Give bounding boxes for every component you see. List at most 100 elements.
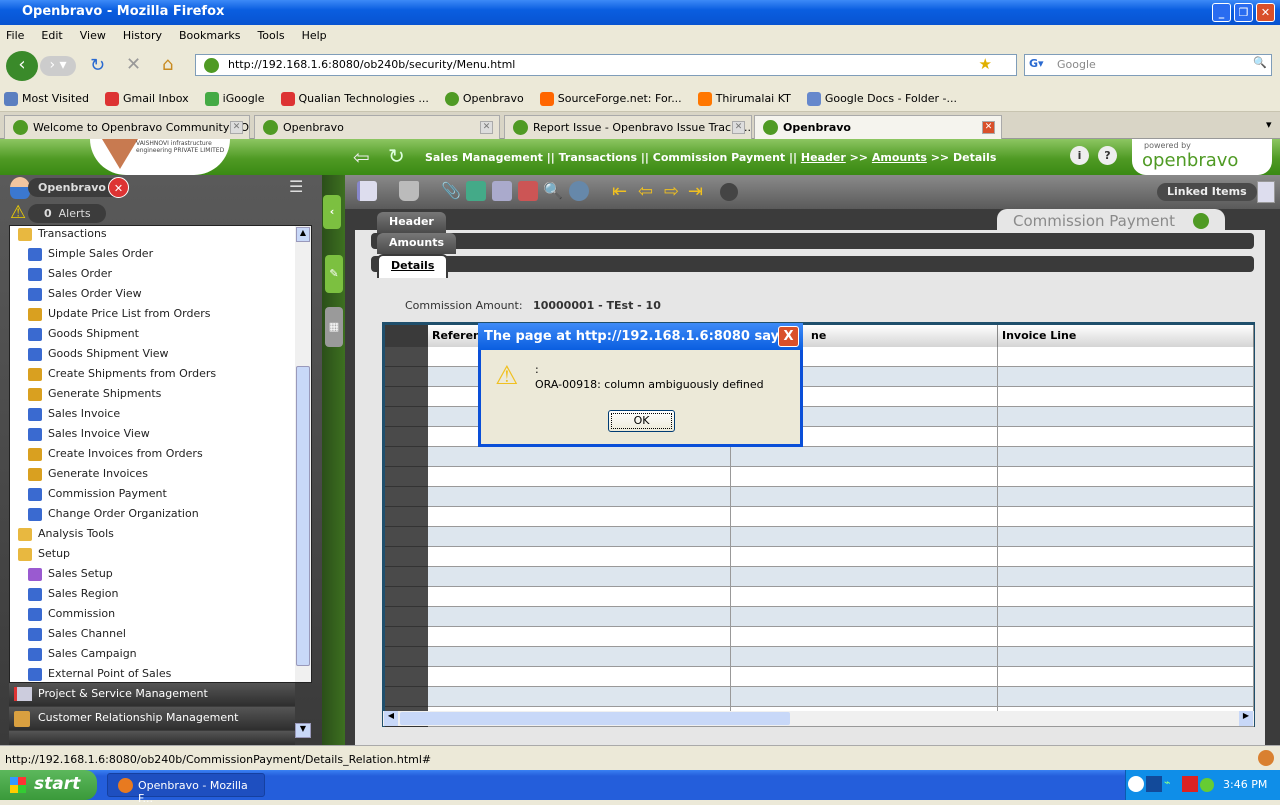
messenger-icon[interactable] bbox=[1200, 778, 1214, 792]
row-selector[interactable] bbox=[385, 467, 428, 487]
firebug-icon[interactable] bbox=[1258, 750, 1274, 766]
menu-item-sales-invoice[interactable]: Sales Invoice bbox=[10, 404, 311, 424]
help-icon[interactable]: ? bbox=[1098, 146, 1117, 165]
start-button[interactable]: start bbox=[0, 770, 97, 800]
row-selector[interactable] bbox=[385, 387, 428, 407]
grid-cell[interactable] bbox=[998, 387, 1254, 407]
grid-cell[interactable] bbox=[731, 527, 998, 547]
close-window-button[interactable]: ✕ bbox=[1256, 3, 1275, 22]
refresh-icon[interactable]: ↻ bbox=[388, 144, 405, 168]
menu-item-sales-setup[interactable]: Sales Setup bbox=[10, 564, 311, 584]
grid-cell[interactable] bbox=[998, 607, 1254, 627]
bookmark-qualian[interactable]: Qualian Technologies ... bbox=[280, 91, 429, 106]
grid-view-button[interactable]: ▦ bbox=[325, 307, 343, 347]
menu-item-sales-order-view[interactable]: Sales Order View bbox=[10, 284, 311, 304]
search-input[interactable]: G▾ Google 🔍 bbox=[1024, 54, 1272, 76]
row-selector[interactable] bbox=[385, 427, 428, 447]
row-selector[interactable] bbox=[385, 587, 428, 607]
scroll-right-icon[interactable]: ▶ bbox=[1239, 711, 1253, 726]
grid-cell[interactable] bbox=[428, 447, 731, 467]
menu-edit[interactable]: Edit bbox=[41, 29, 62, 42]
grid-horizontal-scrollbar[interactable]: ◀ ▶ bbox=[383, 711, 1254, 726]
menu-item-sales-region[interactable]: Sales Region bbox=[10, 584, 311, 604]
bookmark-igoogle[interactable]: iGoogle bbox=[204, 91, 265, 106]
tab-header[interactable]: Header bbox=[377, 212, 446, 233]
menu-item-create-invoices-from-orders[interactable]: Create Invoices from Orders bbox=[10, 444, 311, 464]
menu-file[interactable]: File bbox=[6, 29, 24, 42]
menu-item-update-price-list-from-orders[interactable]: Update Price List from Orders bbox=[10, 304, 311, 324]
grid-cell[interactable] bbox=[998, 507, 1254, 527]
menu-item-sales-invoice-view[interactable]: Sales Invoice View bbox=[10, 424, 311, 444]
forward-icon[interactable]: › ▾ bbox=[40, 56, 76, 76]
menu-item-change-order-organization[interactable]: Change Order Organization bbox=[10, 504, 311, 524]
grid-cell[interactable] bbox=[731, 467, 998, 487]
grid-cell[interactable] bbox=[731, 447, 998, 467]
back-icon[interactable]: ‹ bbox=[6, 51, 38, 81]
grid-cell[interactable] bbox=[998, 367, 1254, 387]
grid-cell[interactable] bbox=[731, 507, 998, 527]
grid-cell[interactable] bbox=[998, 487, 1254, 507]
row-selector[interactable] bbox=[385, 687, 428, 707]
print-icon[interactable] bbox=[492, 181, 512, 201]
menu-item-sales-order[interactable]: Sales Order bbox=[10, 264, 311, 284]
export-excel-icon[interactable] bbox=[466, 181, 486, 201]
grid-cell[interactable] bbox=[998, 347, 1254, 367]
back-arrow-icon[interactable]: ⇦ bbox=[353, 145, 370, 169]
row-selector[interactable] bbox=[385, 407, 428, 427]
linked-items-button[interactable]: Linked Items bbox=[1157, 183, 1257, 201]
tray-app-icon[interactable] bbox=[1146, 776, 1162, 792]
grid-cell[interactable] bbox=[998, 587, 1254, 607]
info-icon[interactable]: i bbox=[1070, 146, 1089, 165]
linked-items-icon[interactable] bbox=[1257, 181, 1275, 203]
grid-cell[interactable] bbox=[731, 647, 998, 667]
grid-cell[interactable] bbox=[731, 607, 998, 627]
minimize-button[interactable]: _ bbox=[1212, 3, 1231, 22]
scroll-down-icon[interactable]: ▼ bbox=[295, 723, 311, 738]
bookmark-openbravo[interactable]: Openbravo bbox=[444, 91, 524, 106]
row-selector[interactable] bbox=[385, 487, 428, 507]
search-record-icon[interactable]: 🔍 bbox=[543, 181, 563, 201]
grid-cell[interactable] bbox=[731, 687, 998, 707]
grid-cell[interactable] bbox=[428, 527, 731, 547]
row-selector[interactable] bbox=[385, 367, 428, 387]
grid-cell[interactable] bbox=[998, 667, 1254, 687]
menu-view[interactable]: View bbox=[80, 29, 106, 42]
close-tab-icon[interactable]: ✕ bbox=[732, 121, 745, 134]
grid-cell[interactable] bbox=[998, 527, 1254, 547]
grid-cell[interactable] bbox=[428, 547, 731, 567]
tab-openbravo-active[interactable]: Openbravo ✕ bbox=[754, 115, 1002, 139]
menu-item-goods-shipment-view[interactable]: Goods Shipment View bbox=[10, 344, 311, 364]
tree-scrollbar[interactable]: ▲ bbox=[295, 226, 311, 682]
row-selector[interactable] bbox=[385, 447, 428, 467]
grid-cell[interactable] bbox=[998, 447, 1254, 467]
row-selector[interactable] bbox=[385, 607, 428, 627]
grid-cell[interactable] bbox=[428, 467, 731, 487]
row-selector[interactable] bbox=[385, 567, 428, 587]
audit-trail-icon[interactable] bbox=[569, 181, 589, 201]
grid-cell[interactable] bbox=[428, 667, 731, 687]
bookmark-gmail[interactable]: Gmail Inbox bbox=[104, 91, 189, 106]
grid-cell[interactable] bbox=[731, 627, 998, 647]
grid-cell[interactable] bbox=[731, 587, 998, 607]
tab-openbravo[interactable]: Openbravo ✕ bbox=[254, 115, 500, 139]
tab-details[interactable]: Details bbox=[377, 254, 449, 278]
menu-item-sales-channel[interactable]: Sales Channel bbox=[10, 624, 311, 644]
menu-help[interactable]: Help bbox=[302, 29, 327, 42]
expand-collapse-icon[interactable]: ☰ bbox=[289, 177, 303, 196]
menu-item-generate-shipments[interactable]: Generate Shipments bbox=[10, 384, 311, 404]
maximize-button[interactable]: ❐ bbox=[1234, 3, 1253, 22]
grid-cell[interactable] bbox=[731, 547, 998, 567]
logout-icon[interactable]: ✕ bbox=[108, 177, 129, 198]
url-bar[interactable]: http://192.168.1.6:8080/ob240b/security/… bbox=[195, 54, 1017, 76]
stop-icon[interactable]: ✕ bbox=[126, 54, 141, 75]
menu-item-external-point-of-sales[interactable]: External Point of Sales bbox=[10, 664, 311, 682]
row-selector[interactable] bbox=[385, 527, 428, 547]
menu-item-generate-invoices[interactable]: Generate Invoices bbox=[10, 464, 311, 484]
grid-cell[interactable] bbox=[998, 407, 1254, 427]
attachment-icon[interactable]: 📎 bbox=[441, 181, 461, 201]
row-selector[interactable] bbox=[385, 347, 428, 367]
next-record-icon[interactable]: ⇨ bbox=[664, 181, 684, 202]
tray-expand-icon[interactable] bbox=[1128, 776, 1144, 792]
scroll-left-icon[interactable]: ◀ bbox=[384, 711, 398, 726]
grid-cell[interactable] bbox=[428, 587, 731, 607]
